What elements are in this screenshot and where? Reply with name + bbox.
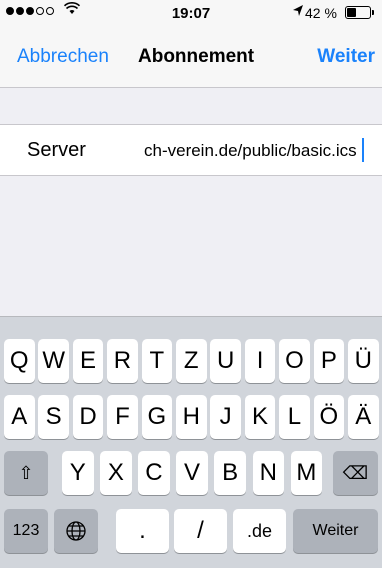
key-h[interactable]: H (176, 395, 207, 439)
text-cursor (362, 138, 364, 162)
location-arrow-icon (293, 4, 303, 20)
key-w[interactable]: W (38, 339, 69, 383)
server-label: Server (27, 139, 86, 161)
keyboard: ⇧ ⌫ 123 . / .de Weiter QWERTZUIOPÜ ASDFGH… (0, 316, 382, 568)
battery-icon (345, 6, 374, 19)
server-input[interactable]: ch-verein.de/public/basic.ics (144, 141, 357, 161)
battery-percentage: 42 % (305, 5, 337, 21)
key-p[interactable]: P (313, 339, 345, 383)
key-r[interactable]: R (107, 339, 138, 383)
key-f[interactable]: F (107, 395, 138, 439)
key-y[interactable]: Y (62, 451, 94, 495)
key-g[interactable]: G (141, 395, 173, 439)
key-o[interactable]: O (279, 339, 310, 383)
key-m[interactable]: M (290, 451, 323, 495)
key-t[interactable]: T (141, 339, 173, 383)
key-l[interactable]: L (279, 395, 310, 439)
key-v[interactable]: V (176, 451, 208, 495)
delete-icon: ⌫ (342, 462, 369, 483)
dot-key[interactable]: . (116, 509, 169, 553)
de-key[interactable]: .de (233, 509, 286, 553)
shift-key[interactable]: ⇧ (4, 451, 48, 495)
key-x[interactable]: X (100, 451, 132, 495)
numbers-key[interactable]: 123 (4, 509, 48, 553)
cancel-button[interactable]: Abbrechen (17, 46, 109, 68)
return-key[interactable]: Weiter (293, 509, 378, 553)
key-z[interactable]: Z (176, 339, 207, 383)
key-q[interactable]: Q (4, 339, 35, 383)
navigation-bar: Abbrechen Abonnement Weiter (0, 26, 382, 88)
server-row[interactable]: Server ch-verein.de/public/basic.ics (0, 124, 382, 176)
key-ö[interactable]: Ö (313, 395, 345, 439)
key-s[interactable]: S (38, 395, 69, 439)
key-j[interactable]: J (210, 395, 241, 439)
key-ä[interactable]: Ä (348, 395, 379, 439)
next-button[interactable]: Weiter (317, 46, 375, 68)
key-d[interactable]: D (72, 395, 104, 439)
globe-key[interactable] (54, 509, 98, 553)
key-n[interactable]: N (252, 451, 284, 495)
key-i[interactable]: I (244, 339, 276, 383)
shift-icon: ⇧ (18, 462, 34, 483)
status-bar: 19:07 42 % (0, 0, 382, 26)
key-b[interactable]: B (214, 451, 246, 495)
key-a[interactable]: A (4, 395, 35, 439)
page-title: Abonnement (138, 46, 255, 67)
key-k[interactable]: K (244, 395, 276, 439)
delete-key[interactable]: ⌫ (333, 451, 378, 495)
key-u[interactable]: U (210, 339, 241, 383)
key-ü[interactable]: Ü (348, 339, 379, 383)
key-c[interactable]: C (138, 451, 170, 495)
globe-icon (66, 521, 86, 541)
key-e[interactable]: E (72, 339, 104, 383)
slash-key[interactable]: / (174, 509, 227, 553)
